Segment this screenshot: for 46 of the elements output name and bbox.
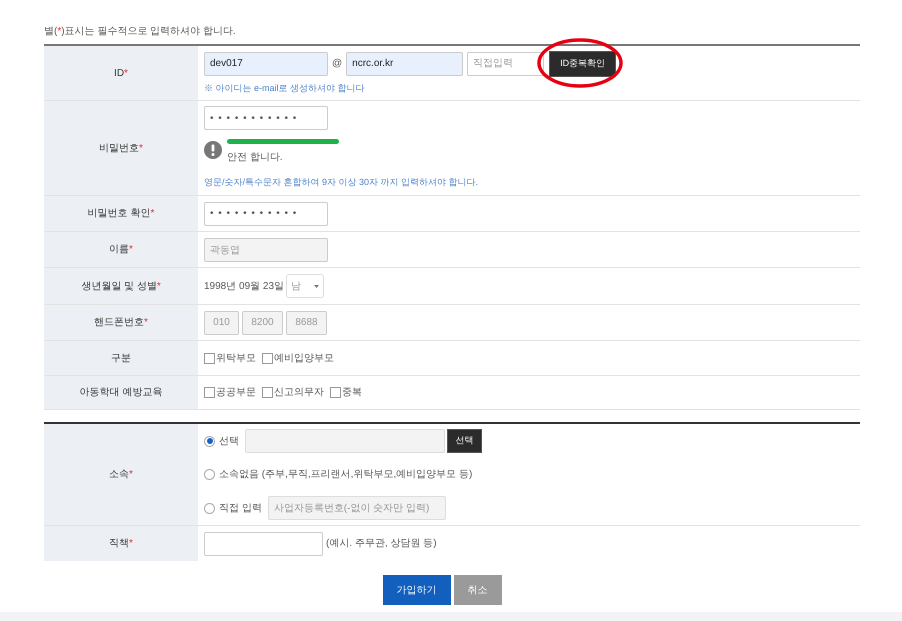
field-label: 구분 xyxy=(111,352,131,366)
checkbox-option[interactable]: 예비입양부모 xyxy=(262,350,334,366)
field-label: 이름* xyxy=(109,243,133,257)
radio-button[interactable] xyxy=(204,436,215,446)
strength-message: 안전 합니다. xyxy=(227,151,284,166)
checkbox[interactable] xyxy=(204,387,215,398)
caret-icon xyxy=(314,284,320,288)
id-check-button[interactable]: ID중복확인 xyxy=(549,50,616,77)
hint-text: 영문/숫자/특수문자 혼합하여 9자 이상 30자 까지 입력하셔야 합니다. xyxy=(204,176,480,190)
domain-field[interactable]: ncrc.or.kr xyxy=(346,52,464,76)
field-label: ID* xyxy=(114,66,128,80)
checkbox-option[interactable]: 중복 xyxy=(330,385,362,400)
join-button[interactable]: 가입하기 xyxy=(382,575,450,605)
birth-date: 1998년 09월 23일 xyxy=(204,280,284,294)
position-field[interactable] xyxy=(204,532,323,556)
checkbox[interactable] xyxy=(204,352,215,364)
field-label: 생년월일 및 성별* xyxy=(81,280,161,294)
checkbox[interactable] xyxy=(330,387,341,398)
business-number-field[interactable]: 사업자등록번호(-없이 숫자만 입력) xyxy=(268,496,446,520)
checkbox-option[interactable]: 신고의무자 xyxy=(262,385,324,400)
hint-text: ※ 아이디는 e-mail로 생성하셔야 합니다 xyxy=(204,82,366,95)
field-label: 비밀번호* xyxy=(99,142,143,156)
warning-icon xyxy=(204,141,222,160)
password-field[interactable]: • • • • • • • • • • • xyxy=(204,106,328,130)
checkbox-option[interactable]: 공공부문 xyxy=(204,385,256,400)
radio-label: 소속없음 (주부,무직,프리랜서,위탁부모,예비입양부모 등) xyxy=(219,468,472,482)
radio-button[interactable] xyxy=(204,502,215,514)
field-label: 직책* xyxy=(109,537,133,551)
checkbox[interactable] xyxy=(262,387,273,398)
affiliation-field[interactable] xyxy=(245,429,445,453)
example-text: (예시. 주무관, 상담원 등) xyxy=(326,537,437,551)
field-label: 아동학대 예방교육 xyxy=(80,386,162,400)
id-field[interactable]: dev017 xyxy=(204,52,328,76)
domain-input-field[interactable]: 직접입력 xyxy=(467,52,544,76)
radio-label: 선택 xyxy=(219,434,239,448)
select-button[interactable]: 선택 xyxy=(447,429,482,453)
password-confirm-field[interactable]: • • • • • • • • • • • xyxy=(204,202,328,226)
checkbox-option[interactable]: 위탁부모 xyxy=(204,350,256,366)
field-label: 비밀번호 확인* xyxy=(88,207,154,221)
field-label: 핸드폰번호* xyxy=(94,316,148,330)
checkbox[interactable] xyxy=(262,352,273,364)
radio-button[interactable] xyxy=(204,469,215,480)
field-label: 소속* xyxy=(109,468,133,482)
radio-label: 직접 입력 xyxy=(219,502,262,516)
at-sign: @ xyxy=(332,57,342,72)
required-notice: 별(*)표시는 필수적으로 입력하셔야 합니다. xyxy=(44,25,237,39)
